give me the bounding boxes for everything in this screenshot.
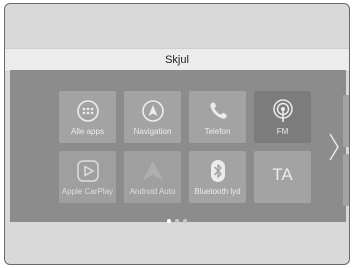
chevron-right-icon[interactable] [327,132,341,162]
page-dot [183,219,187,223]
bluetooth-icon [210,160,225,182]
tile-label: Apple CarPlay [61,187,114,196]
tile-label: Telefon [204,127,231,136]
tile-label: TA [272,165,293,184]
tile-label: Navigation [133,127,172,136]
phone-icon [209,102,226,119]
tile-android-auto[interactable]: Android Auto [124,151,181,203]
tile-ta[interactable]: TA [254,151,311,203]
tile-label: Bluetooth lyd [194,187,241,196]
tile-label: Android Auto [129,187,176,196]
tile-label: FM [276,127,289,136]
page-indicator [5,210,349,228]
next-page-tile [343,154,349,206]
carplay-icon [76,160,99,182]
android-auto-icon [142,161,163,180]
navigation-arrow-icon [141,100,164,122]
page-dot-active [167,219,171,223]
screen-frame: Skjul Alle apps Navigation Telefon FM Ap… [4,3,350,265]
radio-tower-icon [272,99,293,122]
tile-phone[interactable]: Telefon [189,91,246,143]
tile-apple-carplay[interactable]: Apple CarPlay [59,151,116,203]
tile-navigation[interactable]: Navigation [124,91,181,143]
tile-label: Alle apps [71,127,104,136]
tile-fm[interactable]: FM [254,91,311,143]
tile-bluetooth-audio[interactable]: Bluetooth lyd [189,151,246,203]
page-dot [175,219,179,223]
hide-button[interactable]: Skjul [5,48,349,72]
grid-icon [76,100,99,122]
next-page-tile [343,95,349,147]
tile-all-apps[interactable]: Alle apps [59,91,116,143]
